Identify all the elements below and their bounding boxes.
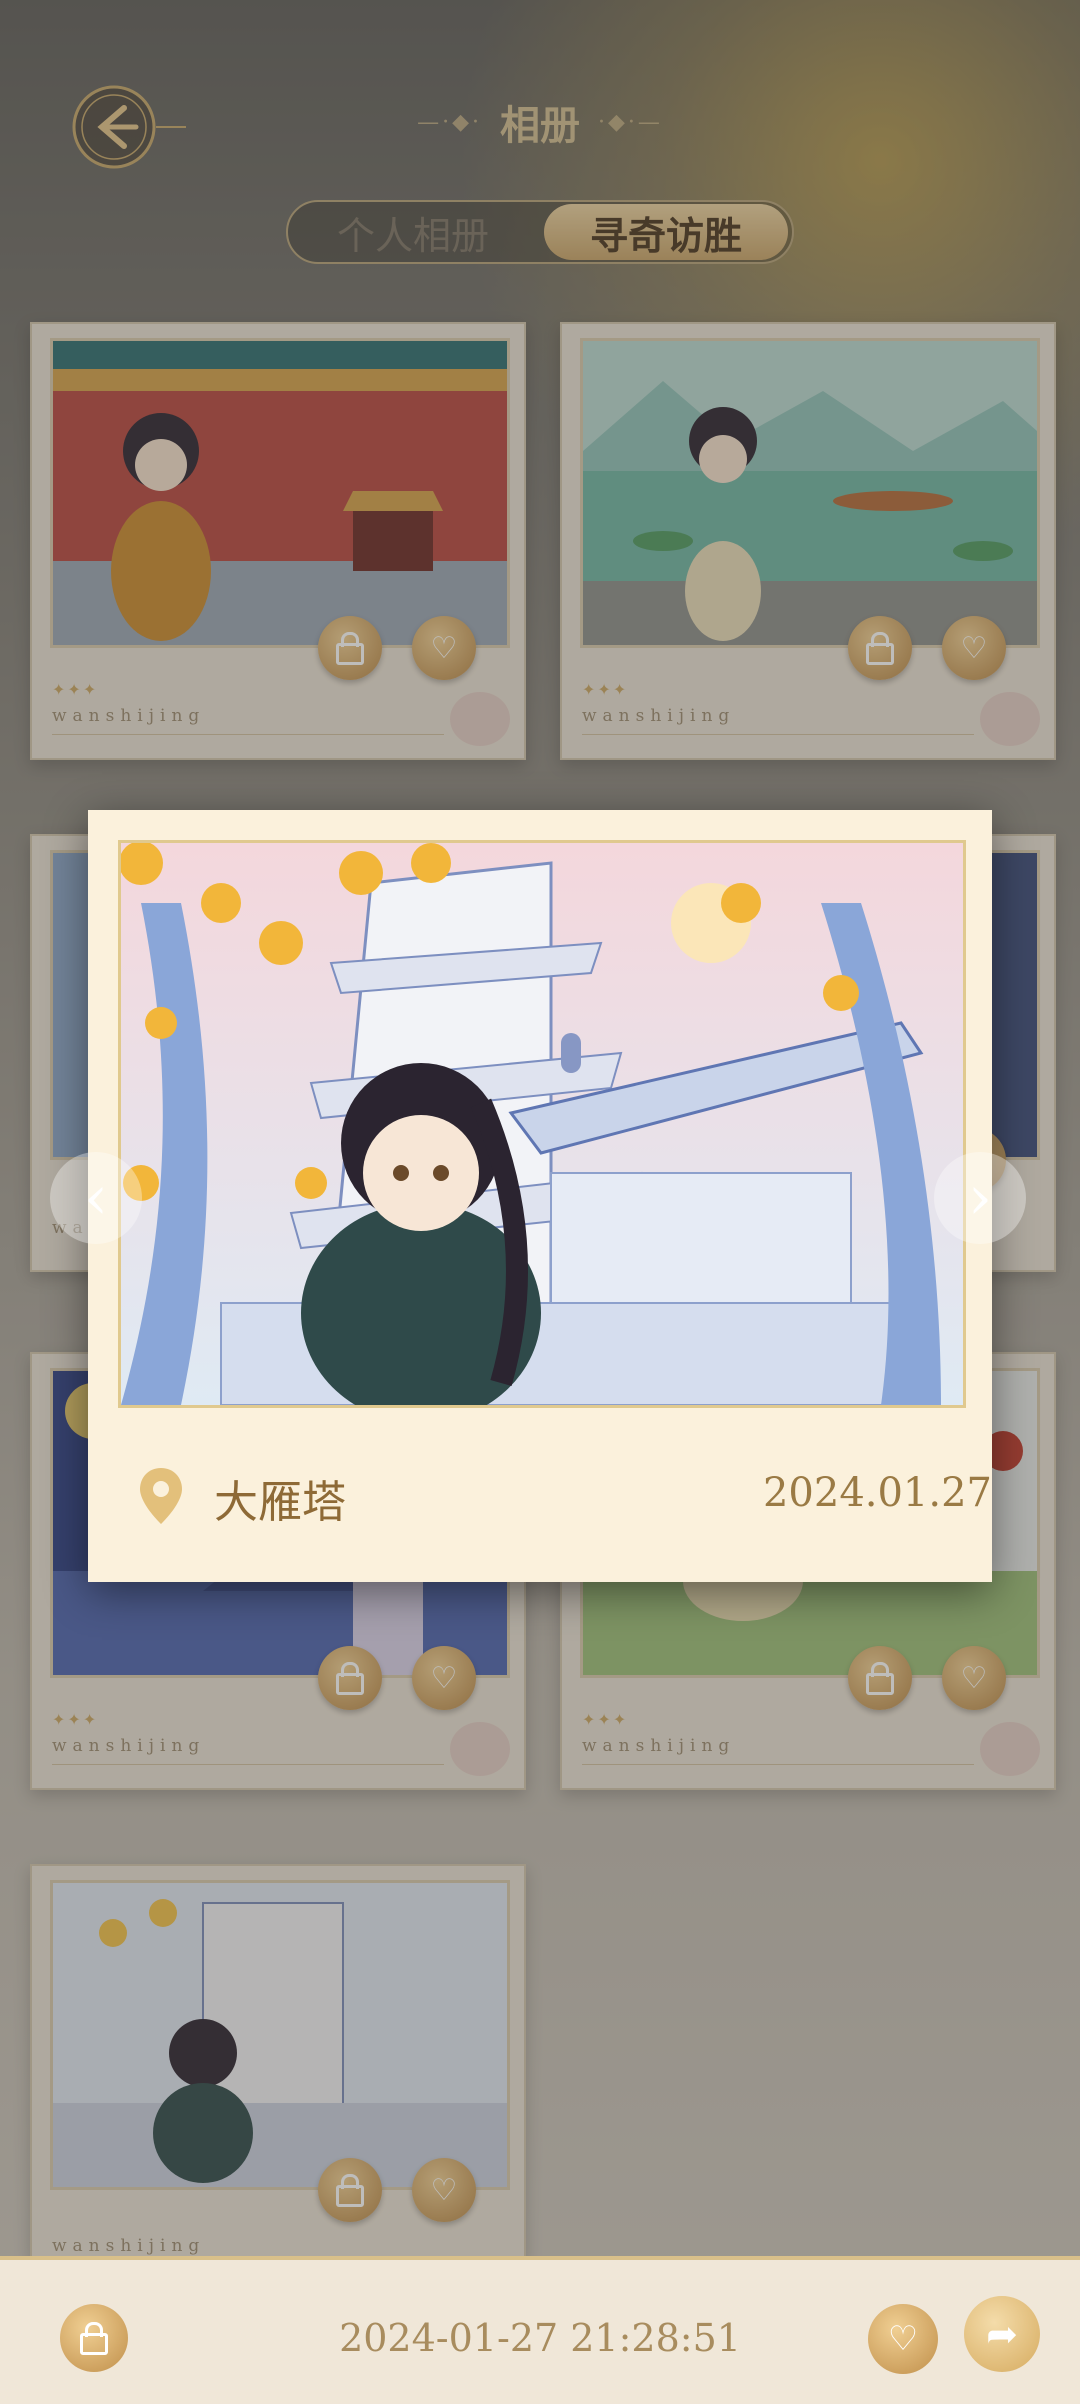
share-button[interactable]: ➦	[964, 2296, 1040, 2372]
preview-image	[118, 840, 966, 1408]
location-name: 大雁塔	[214, 1477, 346, 1528]
chevron-left-icon: ‹	[84, 1163, 108, 1233]
chevron-right-icon: ›	[968, 1163, 992, 1233]
favorite-button[interactable]: ♡	[868, 2304, 938, 2374]
prev-photo-button[interactable]: ‹	[50, 1152, 142, 1244]
photo-date: 2024.01.27	[762, 1470, 992, 1516]
photo-preview-popup: 大雁塔 2024.01.27	[88, 810, 992, 1582]
location-pin-icon	[140, 1468, 182, 1524]
heart-icon: ♡	[887, 2319, 919, 2359]
next-photo-button[interactable]: ›	[934, 1152, 1026, 1244]
bottom-bar: 2024-01-27 21:28:51 ♡ ➦	[0, 2256, 1080, 2404]
share-arrow-icon: ➦	[986, 2312, 1018, 2356]
